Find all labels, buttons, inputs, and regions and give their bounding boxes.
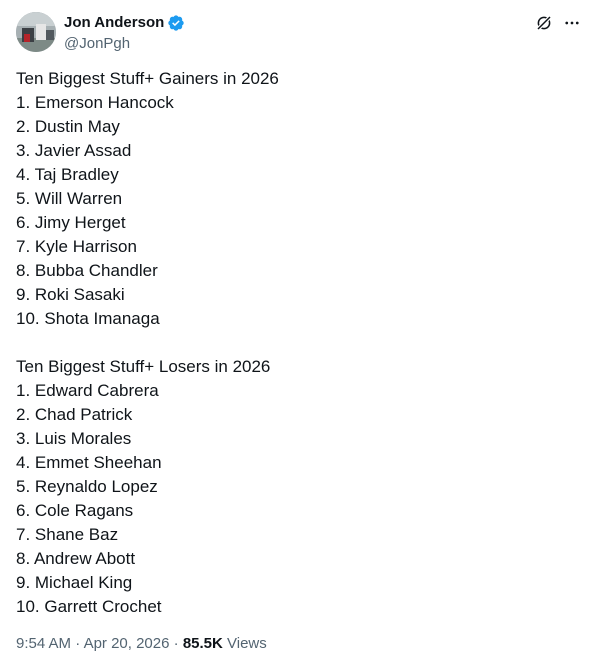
list-item: 1. Emerson Hancock (16, 93, 174, 112)
meta-separator: · (173, 635, 179, 652)
avatar[interactable] (16, 12, 56, 52)
gainers-title: Ten Biggest Stuff+ Gainers in 2026 (16, 69, 279, 88)
meta-separator: · (75, 635, 81, 652)
grok-icon[interactable] (534, 13, 554, 33)
list-item: 4. Taj Bradley (16, 165, 119, 184)
views-label: Views (227, 635, 267, 652)
tweet-text: Ten Biggest Stuff+ Gainers in 2026 1. Em… (16, 67, 582, 619)
list-item: 7. Shane Baz (16, 525, 119, 544)
list-item: 7. Kyle Harrison (16, 237, 137, 256)
losers-title: Ten Biggest Stuff+ Losers in 2026 (16, 357, 271, 376)
list-item: 8. Andrew Abott (16, 549, 136, 568)
list-item: 4. Emmet Sheehan (16, 453, 162, 472)
tweet-header: Jon Anderson @JonPgh (16, 12, 582, 52)
tweet-actions (534, 12, 582, 34)
list-item: 5. Will Warren (16, 189, 123, 208)
list-item: 2. Dustin May (16, 117, 120, 136)
losers-list: 1. Edward Cabrera 2. Chad Patrick 3. Lui… (16, 379, 582, 619)
tweet-time[interactable]: 9:54 AM (16, 635, 71, 652)
list-item: 6. Jimy Herget (16, 213, 126, 232)
avatar-photo-icon (16, 12, 56, 52)
list-item: 1. Edward Cabrera (16, 381, 159, 400)
list-item: 8. Bubba Chandler (16, 261, 158, 280)
tweet-meta: 9:54 AM · Apr 20, 2026 · 85.5K Views (16, 634, 267, 654)
gainers-list: 1. Emerson Hancock 2. Dustin May 3. Javi… (16, 91, 582, 331)
list-item: 10. Shota Imanaga (16, 309, 160, 328)
list-item: 9. Roki Sasaki (16, 285, 125, 304)
author-handle[interactable]: @JonPgh (64, 34, 185, 54)
paragraph-break (16, 331, 582, 355)
tweet-date[interactable]: Apr 20, 2026 (84, 635, 170, 652)
author-name[interactable]: Jon Anderson (64, 13, 164, 33)
list-item: 5. Reynaldo Lopez (16, 477, 158, 496)
verified-badge-icon[interactable] (167, 14, 185, 32)
list-item: 10. Garrett Crochet (16, 597, 162, 616)
more-options-icon[interactable] (562, 13, 582, 33)
list-item: 3. Javier Assad (16, 141, 132, 160)
views-count[interactable]: 85.5K (183, 635, 223, 652)
list-item: 3. Luis Morales (16, 429, 132, 448)
list-item: 2. Chad Patrick (16, 405, 133, 424)
list-item: 6. Cole Ragans (16, 501, 134, 520)
author-block: Jon Anderson @JonPgh (64, 13, 185, 54)
name-row: Jon Anderson (64, 13, 185, 33)
list-item: 9. Michael King (16, 573, 133, 592)
